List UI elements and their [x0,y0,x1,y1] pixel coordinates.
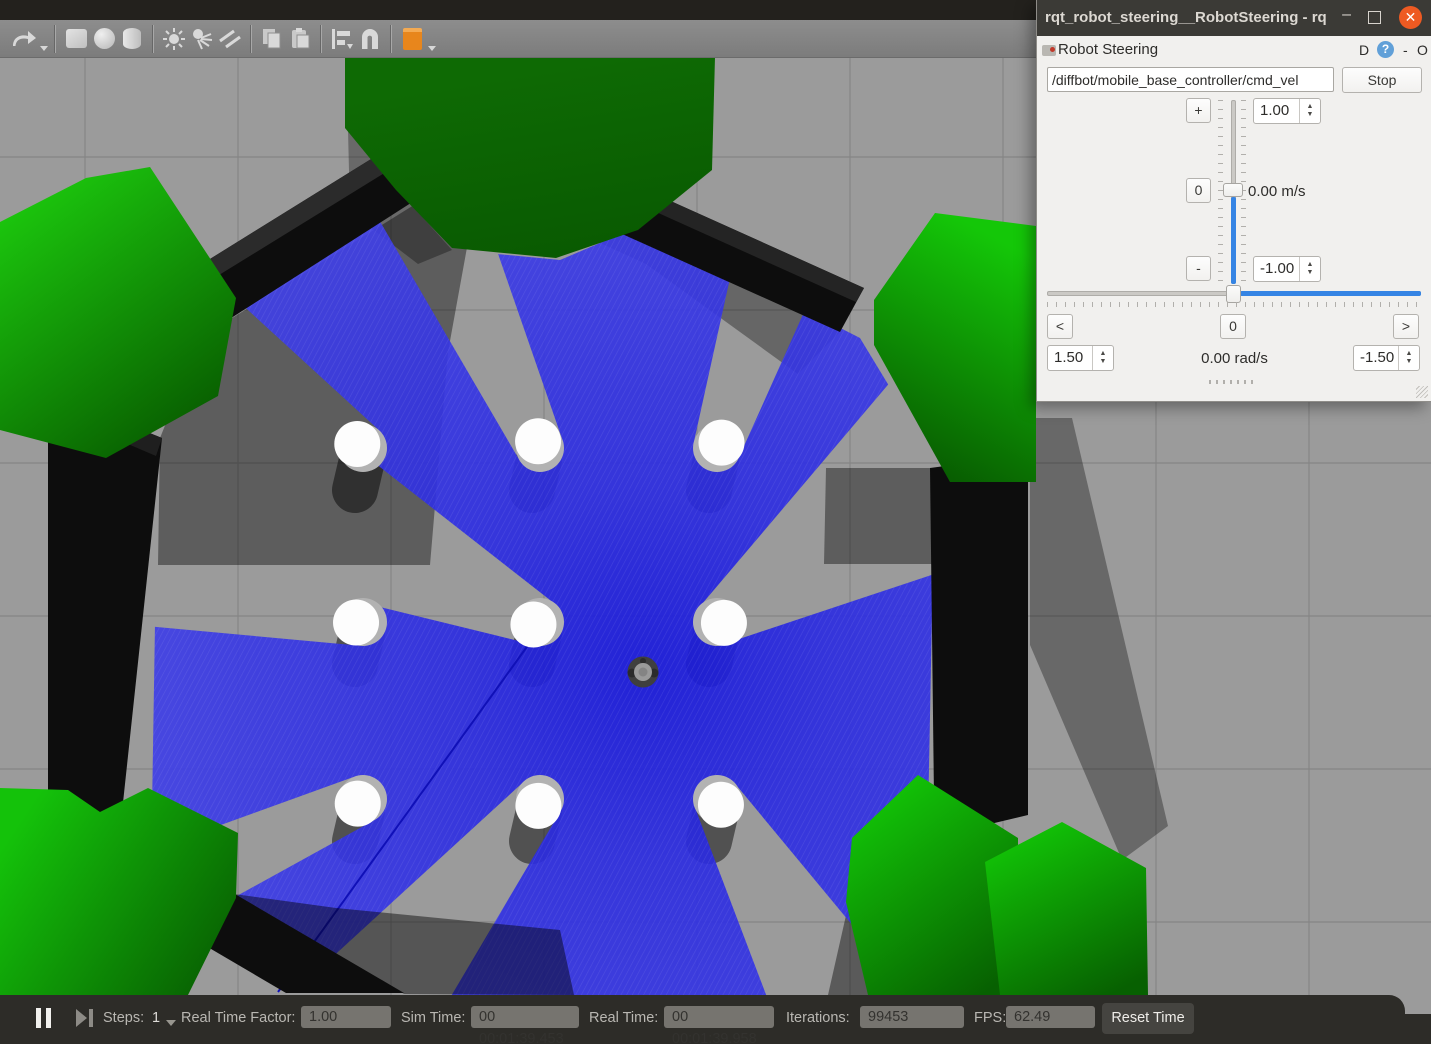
fps-label: FPS: [974,1010,1006,1026]
sim-time-label: Sim Time: [401,1010,465,1026]
gazebo-window: Steps: 1 Real Time Factor: 1.00 Sim Time… [0,0,1431,1044]
spinbox-arrows-icon[interactable]: ▲▼ [1398,346,1419,370]
linear-zero-button[interactable]: 0 [1186,178,1211,203]
plugin-title: Robot Steering [1058,41,1158,58]
linear-min-spinbox[interactable]: -1.00 ▲▼ [1253,256,1321,282]
point-light-icon[interactable] [160,23,188,55]
iterations-label: Iterations: [786,1010,850,1026]
fps-field[interactable]: 62.49 [1006,1006,1095,1028]
minimize-button[interactable]: – [1342,6,1351,24]
topic-input[interactable]: /diffbot/mobile_base_controller/cmd_vel [1047,67,1334,92]
maximize-button[interactable] [1368,11,1381,24]
view-angle-dropdown-icon[interactable] [428,46,436,51]
insert-box-icon[interactable] [62,23,90,55]
steps-value[interactable]: 1 [152,1010,160,1026]
sim-time-field[interactable]: 00 00:01:39.453 [471,1006,579,1028]
angular-right-button[interactable]: > [1393,314,1419,339]
linear-plus-button[interactable]: + [1186,98,1211,123]
spinbox-arrows-icon[interactable]: ▲▼ [1299,257,1320,281]
redo-icon[interactable] [10,23,38,55]
pause-icon[interactable] [36,1008,41,1028]
status-bar-extension [1405,1014,1431,1044]
steps-dropdown-icon[interactable] [166,1020,176,1026]
angular-min-spinbox[interactable]: -1.50 ▲▼ [1353,345,1420,371]
linear-max-spinbox[interactable]: 1.00 ▲▼ [1253,98,1321,124]
paste-icon[interactable] [286,23,314,55]
rtf-field[interactable]: 1.00 [301,1006,391,1028]
real-time-label: Real Time: [589,1010,658,1026]
iterations-field[interactable]: 99453 [860,1006,964,1028]
view-angle-icon[interactable] [398,23,426,55]
rqt-window: rqt_robot_steering__RobotSteering - rqt … [1036,0,1431,402]
linear-minus-button[interactable]: - [1186,256,1211,281]
directional-light-icon[interactable] [216,23,244,55]
plugin-close-button[interactable]: O [1417,42,1428,58]
rtf-label: Real Time Factor: [181,1010,295,1026]
spot-light-icon[interactable] [188,23,216,55]
close-button[interactable]: ✕ [1399,6,1422,29]
snap-magnet-icon[interactable] [356,23,384,55]
resize-grip[interactable] [1416,386,1428,398]
rqt-window-title: rqt_robot_steering__RobotSteering - rqt [1045,0,1326,36]
splitter-handle[interactable] [1209,380,1255,384]
angular-left-button[interactable]: < [1047,314,1073,339]
angular-slider-handle[interactable] [1226,285,1241,303]
steps-label: Steps: [103,1010,144,1026]
linear-slider-handle[interactable] [1223,183,1243,197]
spinbox-arrows-icon[interactable]: ▲▼ [1299,99,1320,123]
pause-icon[interactable] [46,1008,51,1028]
redo-dropdown-icon[interactable] [40,46,48,51]
stop-button[interactable]: Stop [1342,67,1422,93]
step-icon[interactable] [76,1009,87,1027]
real-time-field[interactable]: 00 00:01:39.958 [664,1006,774,1028]
rqt-titlebar[interactable]: rqt_robot_steering__RobotSteering - rqt … [1037,0,1431,36]
step-icon[interactable] [89,1009,93,1027]
angular-slider-ticks [1047,302,1421,307]
reset-time-button[interactable]: Reset Time [1102,1003,1194,1034]
insert-cylinder-icon[interactable] [118,23,146,55]
angular-slider-fill [1240,291,1421,296]
linear-slider-fill [1231,197,1236,284]
gamepad-icon [1042,45,1056,56]
align-icon[interactable] [328,23,356,55]
plugin-minimize-button[interactable]: - [1403,42,1408,58]
plugin-d-button[interactable]: D [1359,42,1369,58]
help-icon[interactable]: ? [1377,41,1394,58]
angular-zero-button[interactable]: 0 [1220,314,1246,339]
linear-value-label: 0.00 m/s [1248,183,1306,200]
insert-sphere-icon[interactable] [90,23,118,55]
copy-icon[interactable] [258,23,286,55]
